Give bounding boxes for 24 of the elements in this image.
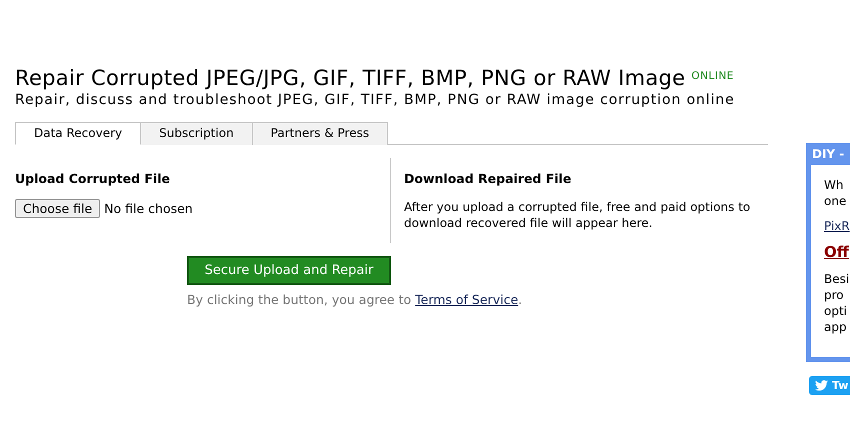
sidebar-text: Besi (824, 271, 850, 287)
tab[interactable]: Subscription (141, 122, 253, 145)
terms-link[interactable]: Terms of Service (415, 292, 518, 307)
download-text: After you upload a corrupted file, free and paid options to download recovered file will appear here. (404, 199, 752, 231)
choose-file-button[interactable]: Choose file (15, 199, 100, 218)
tab[interactable]: Data Recovery (15, 122, 142, 145)
sidebar-text: Wh (824, 177, 844, 193)
download-heading: Download Repaired File (404, 171, 572, 186)
page-title: Repair Corrupted JPEG/JPG, GIF, TIFF, BMP, PNG or RAW Image (15, 66, 686, 90)
page-subtitle: Repair, discuss and troubleshoot JPEG, GIF, TIFF, BMP, PNG or RAW image corruption online (15, 92, 736, 108)
sidebar-text: pro (824, 287, 845, 303)
upload-repair-button[interactable]: Secure Upload and Repair (187, 256, 391, 285)
online-label: ONLINE (691, 70, 734, 82)
sidebar-header: DIY - (811, 143, 850, 165)
upload-heading: Upload Corrupted File (15, 171, 171, 186)
terms-note: By clicking the button, you agree to Terms of Service. (187, 292, 524, 307)
sidebar-text: opti (824, 303, 848, 319)
file-status: No file chosen (104, 201, 193, 216)
sidebar-text: one (824, 193, 848, 209)
sidebar-heading-link[interactable]: Off (824, 243, 850, 261)
sidebar-text: app (824, 319, 848, 335)
tab[interactable]: Partners & Press (252, 122, 388, 145)
sidebar-link[interactable]: PixR (824, 219, 850, 233)
bird-icon (815, 380, 828, 391)
